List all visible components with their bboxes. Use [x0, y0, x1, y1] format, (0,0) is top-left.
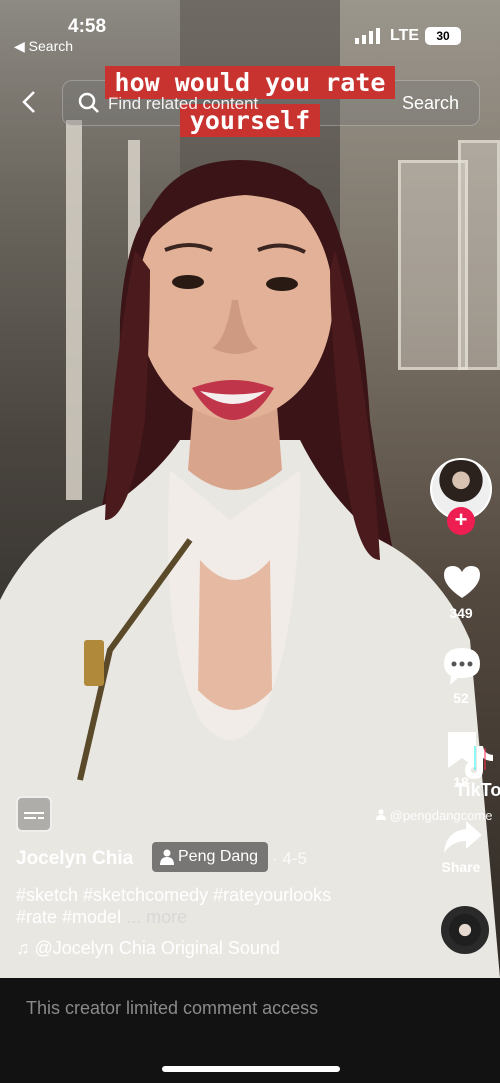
video-subject [0, 160, 500, 978]
more-link[interactable]: ... more [126, 907, 187, 927]
tiktok-logo-icon [465, 746, 493, 779]
watermark-handle-text: @pengdangcome [389, 808, 493, 823]
captions-icon[interactable] [16, 796, 52, 832]
watermark-brand: TikTo [455, 780, 500, 800]
home-indicator[interactable] [162, 1066, 340, 1072]
user-icon [160, 849, 174, 865]
video-player[interactable] [0, 0, 500, 978]
post-description[interactable]: #sketch #sketchcomedy #rateyourlooks #ra… [16, 884, 356, 928]
status-bar: 4:58 ◀ Search LTE 30 [0, 0, 500, 62]
search-button[interactable]: Search [402, 93, 459, 114]
comment-icon[interactable] [440, 644, 484, 688]
like-count: 349 [449, 605, 473, 621]
search-icon [78, 92, 99, 113]
sound-name: @Jocelyn Chia Original Sound [34, 938, 280, 958]
search-input[interactable]: Find related content [108, 94, 258, 114]
sound-link[interactable]: ♫ @Jocelyn Chia Original Sound [16, 938, 280, 959]
post-date: · 4-5 [272, 849, 307, 868]
network-type: LTE [390, 27, 420, 44]
sound-disc-icon[interactable] [441, 906, 489, 954]
share-label[interactable]: Share [430, 859, 492, 875]
back-to-search-link[interactable]: ◀ Search [14, 38, 73, 55]
follow-plus-icon[interactable]: + [447, 507, 475, 535]
collaborator-name: Peng Dang [178, 848, 259, 865]
comment-count: 52 [453, 690, 469, 706]
author-name[interactable]: Jocelyn Chia [16, 848, 133, 870]
collaborator-tag[interactable]: Peng Dang [152, 842, 269, 872]
battery-icon: 30 [425, 27, 461, 45]
clock: 4:58 [68, 16, 107, 37]
signal-icon [355, 28, 380, 44]
back-arrow-icon[interactable] [18, 90, 42, 114]
heart-icon[interactable] [440, 560, 484, 604]
music-note-icon: ♫ [16, 938, 30, 958]
comment-limited-notice: This creator limited comment access [26, 998, 319, 1018]
watermark-handle: @pengdangcome [376, 808, 492, 823]
user-icon [376, 809, 386, 820]
